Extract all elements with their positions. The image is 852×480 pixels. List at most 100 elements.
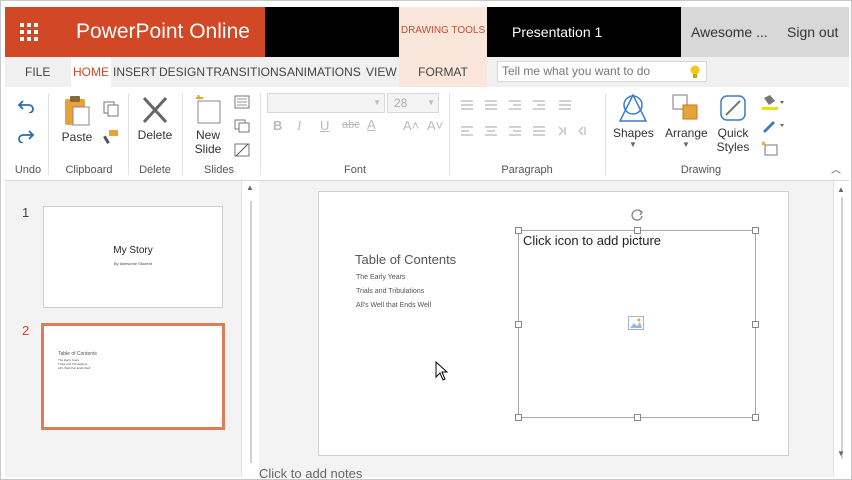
underline-button[interactable]: U	[320, 118, 329, 133]
shapes-button[interactable]: Shapes ▼	[613, 93, 654, 149]
grow-font-button[interactable]: A˄	[403, 118, 419, 133]
resize-handle[interactable]	[752, 414, 759, 421]
effects-icon	[761, 141, 778, 156]
tab-transitions[interactable]: TRANSITIONS	[206, 57, 287, 87]
group-divider	[449, 93, 450, 175]
lightbulb-icon	[690, 65, 700, 78]
delete-x-icon	[142, 96, 168, 124]
shape-outline-button[interactable]	[761, 119, 785, 136]
delete-button[interactable]: Delete	[135, 95, 175, 142]
slide-number-1: 1	[22, 205, 30, 220]
paste-label: Paste	[61, 130, 93, 144]
collapse-ribbon-button[interactable]: ︿	[831, 161, 841, 176]
new-slide-button[interactable]: New Slide	[191, 94, 225, 156]
delete-label: Delete	[137, 128, 173, 142]
slide-thumbnail-2[interactable]: Table of Contents The Early Years Trials…	[41, 323, 225, 430]
thumb1-title: My Story	[113, 245, 153, 256]
redo-button[interactable]	[17, 129, 35, 146]
copy-icon	[103, 101, 119, 117]
tab-home[interactable]: HOME	[71, 57, 111, 87]
group-divider	[182, 93, 183, 175]
user-area: Awesome ... Sign out	[681, 7, 849, 57]
tab-view[interactable]: VIEW	[366, 57, 397, 87]
hide-slide-button[interactable]	[234, 143, 250, 160]
undo-button[interactable]	[17, 99, 35, 116]
duplicate-slide-button[interactable]	[234, 119, 250, 136]
resize-handle[interactable]	[752, 321, 759, 328]
insert-picture-icon[interactable]	[628, 316, 644, 330]
format-painter-icon	[103, 130, 118, 144]
shape-fill-button[interactable]	[761, 95, 785, 114]
scrollbar-track	[841, 197, 843, 459]
arrange-icon	[672, 94, 698, 120]
ribbon-tabs: FILE HOME INSERT DESIGN TRANSITIONS ANIM…	[5, 57, 849, 87]
document-title[interactable]: Presentation 1	[487, 7, 681, 57]
bold-button[interactable]: B	[273, 118, 282, 133]
scroll-down-icon[interactable]: ▼	[837, 449, 845, 458]
shrink-font-button[interactable]: A˅	[427, 118, 443, 133]
paste-icon	[65, 96, 90, 126]
shape-effects-button[interactable]	[761, 141, 779, 160]
font-size-select[interactable]: 28 ▼	[387, 93, 439, 113]
drawing-group-label: Drawing	[680, 164, 722, 176]
tab-insert[interactable]: INSERT	[113, 57, 157, 87]
thumbnails-scrollbar[interactable]: ▲	[241, 181, 259, 477]
resize-handle[interactable]	[634, 414, 641, 421]
slide-bullet[interactable]: All's Well that Ends Well	[356, 302, 431, 309]
strikethrough-button[interactable]: abc	[342, 119, 360, 131]
ribbon-home: Undo Paste Clipboard Delete Delete New S…	[5, 87, 849, 181]
shapes-chevron-icon: ▼	[629, 140, 637, 149]
slide-thumbnail-1[interactable]: My Story By Awesome Student	[43, 206, 223, 308]
font-name-select[interactable]: ▼	[267, 93, 385, 113]
group-divider	[605, 93, 606, 175]
group-divider	[48, 93, 49, 175]
rotate-handle-icon[interactable]	[629, 208, 645, 222]
tell-me-placeholder: Tell me what you want to do	[502, 64, 651, 78]
tell-me-search-input[interactable]: Tell me what you want to do	[497, 61, 707, 82]
resize-handle[interactable]	[634, 227, 641, 234]
layout-button[interactable]	[234, 95, 250, 112]
thumb2-item: All's Well that Ends Well	[58, 366, 91, 370]
tab-design[interactable]: DESIGN	[159, 57, 205, 87]
sign-out-link[interactable]: Sign out	[787, 7, 838, 57]
italic-button[interactable]: I	[297, 118, 301, 134]
slide-title[interactable]: Table of Contents	[355, 252, 456, 267]
resize-handle[interactable]	[515, 227, 522, 234]
tab-animations[interactable]: ANIMATIONS	[287, 57, 361, 87]
tab-file[interactable]: FILE	[25, 57, 50, 87]
scroll-up-icon[interactable]: ▲	[837, 185, 845, 194]
redo-icon	[18, 130, 35, 144]
arrange-button[interactable]: Arrange ▼	[665, 93, 708, 149]
slide-bullet[interactable]: Trials and Tribulations	[356, 288, 424, 295]
resize-handle[interactable]	[515, 321, 522, 328]
shapes-label: Shapes	[613, 126, 654, 140]
resize-handle[interactable]	[515, 414, 522, 421]
paste-button[interactable]: Paste	[59, 95, 95, 144]
app-launcher-button[interactable]	[5, 7, 53, 57]
new-slide-icon	[196, 94, 221, 124]
font-color-button[interactable]: A	[367, 117, 376, 132]
slide-editor: Table of Contents The Early Years Trials…	[259, 181, 833, 480]
resize-handle[interactable]	[752, 227, 759, 234]
editor-scrollbar[interactable]: ▲ ▼	[833, 181, 849, 477]
tab-format[interactable]: FORMAT	[399, 57, 487, 87]
thumb2-title: Table of Contents	[58, 351, 97, 357]
notes-pane[interactable]: Click to add notes	[259, 466, 362, 480]
paragraph-buttons-icon	[461, 100, 586, 136]
app-name[interactable]: PowerPoint Online	[53, 7, 265, 57]
slide-canvas[interactable]: Table of Contents The Early Years Trials…	[318, 191, 789, 456]
new-slide-label-2: Slide	[194, 142, 222, 156]
quick-styles-button[interactable]: Quick Styles	[711, 93, 755, 154]
shapes-icon	[618, 93, 648, 122]
undo-group-label: Undo	[14, 164, 42, 176]
drawing-tools-context-label: DRAWING TOOLS	[399, 7, 487, 57]
paint-bucket-icon	[762, 95, 784, 110]
user-name[interactable]: Awesome ...	[691, 7, 768, 57]
powerpoint-window: PowerPoint Online DRAWING TOOLS Presenta…	[0, 0, 852, 480]
slide-bullet[interactable]: The Early Years	[356, 274, 405, 281]
quick-styles-label-2: Styles	[716, 140, 750, 154]
new-slide-label-1: New	[195, 128, 220, 142]
copy-button[interactable]	[103, 101, 119, 120]
format-painter-button[interactable]	[103, 129, 119, 148]
scroll-up-icon[interactable]: ▲	[246, 183, 254, 192]
